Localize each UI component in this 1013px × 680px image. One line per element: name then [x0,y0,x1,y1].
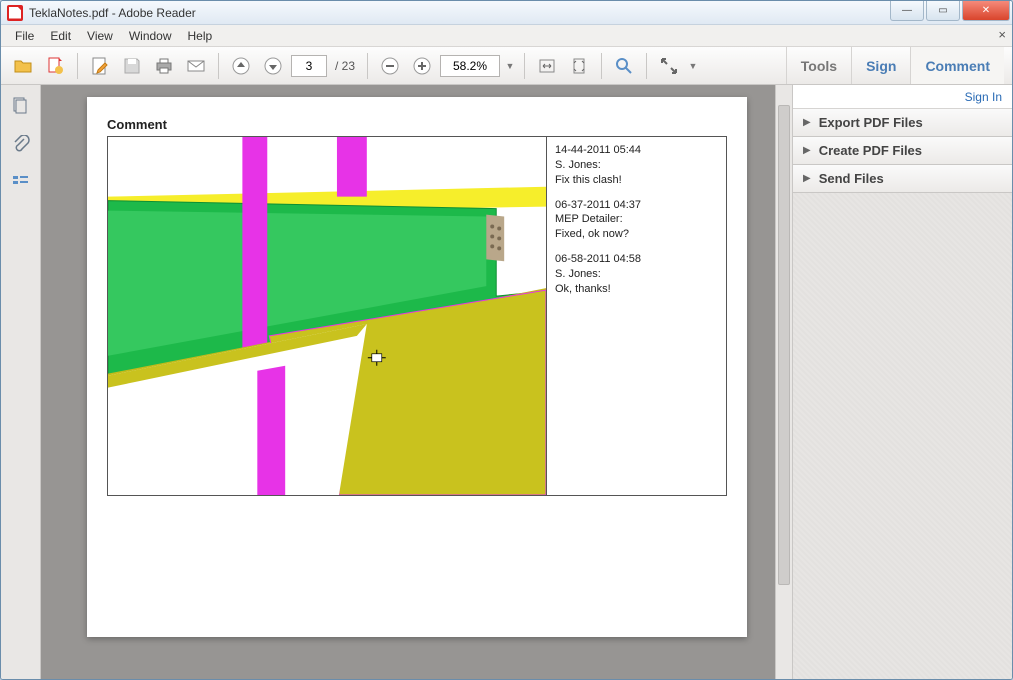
menu-file[interactable]: File [7,27,42,45]
zoom-out-button[interactable] [376,52,404,80]
document-scrollbar[interactable] [775,85,792,679]
page-down-button[interactable] [259,52,287,80]
menu-help[interactable]: Help [180,27,221,45]
menubar-close-icon[interactable]: × [998,27,1006,42]
right-panel: Sign In ▶ Export PDF Files ▶ Create PDF … [792,85,1012,679]
tab-comment[interactable]: Comment [910,47,1004,84]
pdf-icon [7,5,23,21]
zoom-input[interactable] [440,55,500,77]
thumbnails-icon[interactable] [10,95,32,117]
app-window: TeklaNotes.pdf - Adobe Reader — ▭ ✕ File… [0,0,1013,680]
panel-export-pdf[interactable]: ▶ Export PDF Files [793,109,1012,137]
find-button[interactable] [610,52,638,80]
menu-edit[interactable]: Edit [42,27,79,45]
menubar: File Edit View Window Help × [1,25,1012,47]
comment-heading: Comment [107,117,727,136]
menu-window[interactable]: Window [121,27,180,45]
note-entry: 14-44-2011 05:44 S. Jones: Fix this clas… [555,143,718,188]
chevron-right-icon: ▶ [803,173,811,184]
edit-button[interactable] [86,52,114,80]
panel-empty-area [793,193,1012,679]
zoom-dropdown-icon[interactable]: ▼ [504,61,516,71]
pdf-page: Comment [87,97,747,637]
open-button[interactable] [9,52,37,80]
close-button[interactable]: ✕ [962,1,1010,21]
menu-view[interactable]: View [79,27,121,45]
panel-create-pdf[interactable]: ▶ Create PDF Files [793,137,1012,165]
document-viewport[interactable]: Comment [41,85,792,679]
window-title: TeklaNotes.pdf - Adobe Reader [29,6,1006,20]
chevron-right-icon: ▶ [803,145,811,156]
titlebar: TeklaNotes.pdf - Adobe Reader — ▭ ✕ [1,1,1012,25]
email-button[interactable] [182,52,210,80]
read-mode-dropdown-icon[interactable]: ▼ [687,61,699,71]
attachments-icon[interactable] [10,133,32,155]
chevron-right-icon: ▶ [803,117,811,128]
bookmarks-icon[interactable] [10,171,32,193]
left-sidebar [1,85,41,679]
panel-send-files[interactable]: ▶ Send Files [793,165,1012,193]
maximize-button[interactable]: ▭ [926,1,960,21]
fit-page-button[interactable] [565,52,593,80]
zoom-in-button[interactable] [408,52,436,80]
scrollbar-thumb[interactable] [778,105,790,585]
notes-column: 14-44-2011 05:44 S. Jones: Fix this clas… [546,137,726,495]
print-button[interactable] [150,52,178,80]
read-mode-button[interactable] [655,52,683,80]
page-total-label: / 23 [331,59,359,73]
save-button[interactable] [118,52,146,80]
page-up-button[interactable] [227,52,255,80]
toolbar: / 23 ▼ ▼ Tools Sign Comment [1,47,1012,85]
tab-tools[interactable]: Tools [786,47,851,84]
tab-sign[interactable]: Sign [851,47,910,84]
create-pdf-button[interactable] [41,52,69,80]
page-number-input[interactable] [291,55,327,77]
fit-width-button[interactable] [533,52,561,80]
minimize-button[interactable]: — [890,1,924,21]
model-image [108,137,546,495]
main-area: Comment [1,85,1012,679]
sign-in-link[interactable]: Sign In [965,90,1002,104]
note-entry: 06-37-2011 04:37 MEP Detailer: Fixed, ok… [555,198,718,243]
note-entry: 06-58-2011 04:58 S. Jones: Ok, thanks! [555,252,718,297]
